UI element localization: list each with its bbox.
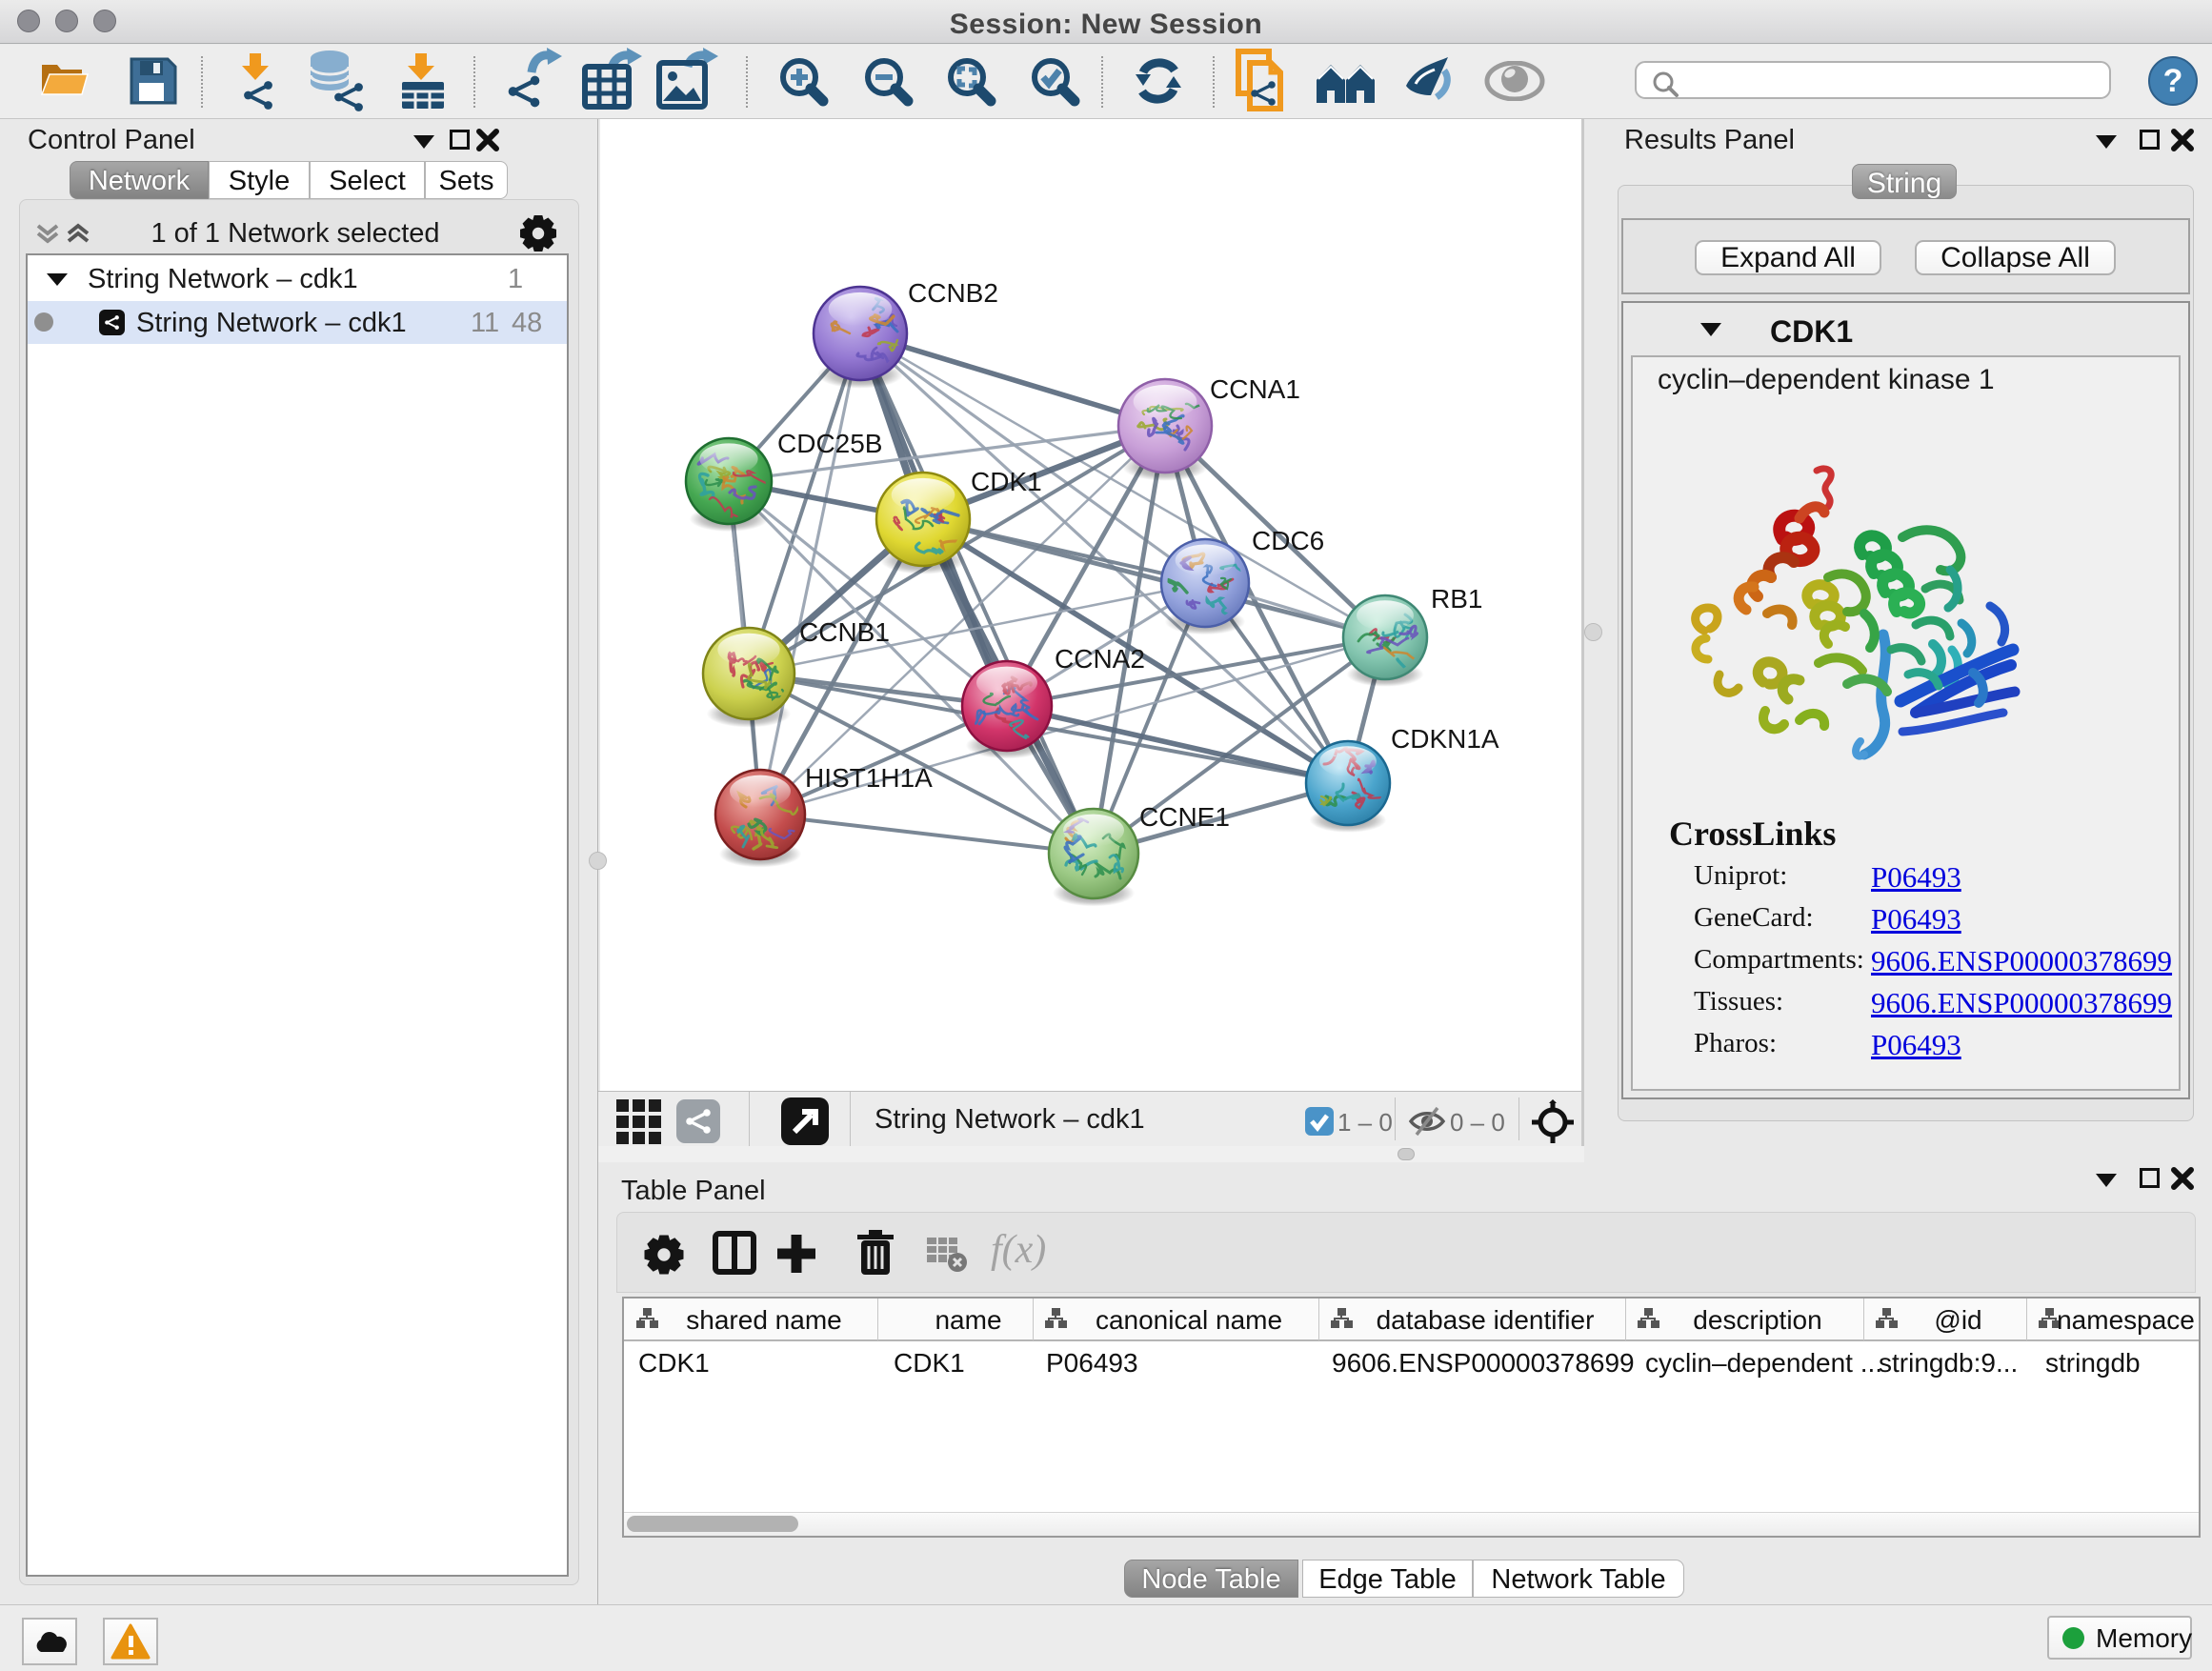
svg-text:CCNA1: CCNA1 <box>1210 374 1300 404</box>
svg-text:CCNB1: CCNB1 <box>799 617 890 647</box>
svg-text:?: ? <box>2163 63 2183 99</box>
svg-text:HIST1H1A: HIST1H1A <box>805 763 933 793</box>
svg-text:RB1: RB1 <box>1431 584 1482 614</box>
svg-text:CDC25B: CDC25B <box>777 429 882 458</box>
svg-text:CDC6: CDC6 <box>1252 526 1324 555</box>
svg-text:CCNB2: CCNB2 <box>908 278 998 308</box>
svg-text:CDK1: CDK1 <box>971 467 1042 496</box>
svg-text:CDKN1A: CDKN1A <box>1391 724 1499 754</box>
svg-text:CCNA2: CCNA2 <box>1055 644 1145 674</box>
svg-text:CCNE1: CCNE1 <box>1139 802 1230 832</box>
